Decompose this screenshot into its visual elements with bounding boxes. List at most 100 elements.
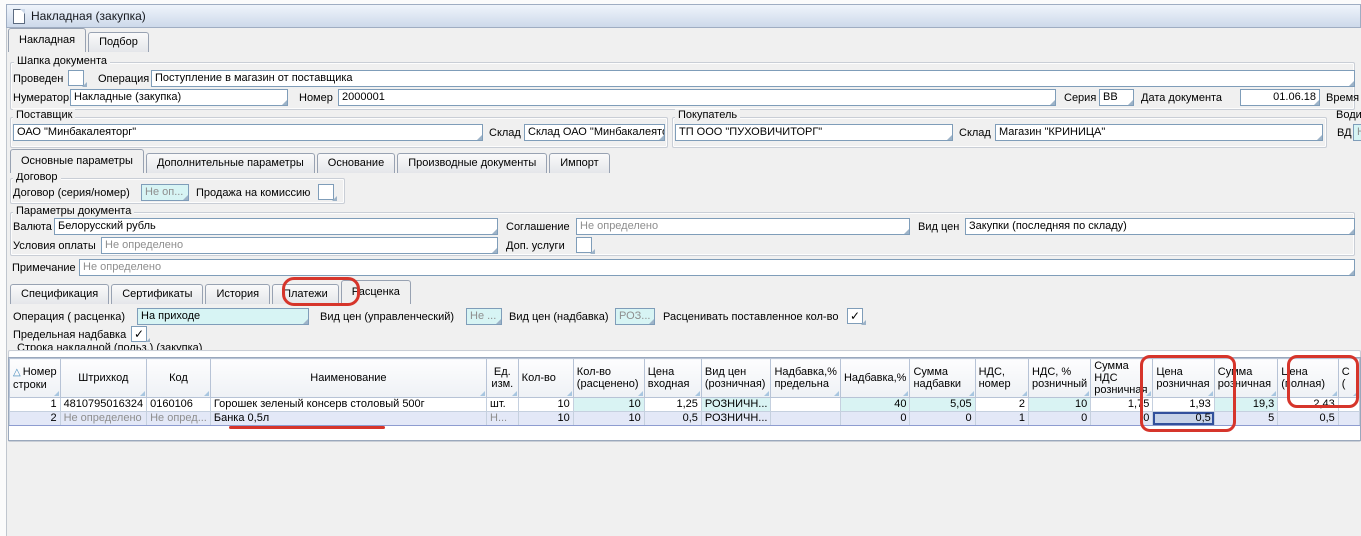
column-header[interactable]: Надбавка,% bbox=[840, 359, 910, 398]
driver-vd-field[interactable]: Не о bbox=[1353, 124, 1361, 141]
table-cell[interactable]: 0 bbox=[910, 412, 975, 426]
currency-field[interactable]: Белорусский рубль bbox=[54, 218, 498, 235]
annotation-underline-banka bbox=[229, 426, 385, 429]
numerator-label: Нумератор bbox=[13, 92, 69, 104]
window-titlebar[interactable]: Накладная (закупка) bbox=[6, 4, 1361, 28]
table-cell[interactable]: Не определено bbox=[60, 412, 147, 426]
markup-price-label: Вид цен (надбавка) bbox=[509, 311, 609, 323]
driver-group-label: Водител bbox=[1333, 109, 1361, 121]
table-cell[interactable]: 1 bbox=[10, 398, 61, 412]
table-cell[interactable]: 10 bbox=[573, 412, 644, 426]
table-cell[interactable]: 10 bbox=[518, 398, 573, 412]
table-cell[interactable]: РОЗНИЧН... bbox=[701, 412, 771, 426]
table-cell[interactable]: 0 bbox=[840, 412, 910, 426]
table-cell[interactable]: 10 bbox=[518, 412, 573, 426]
supplier-warehouse-field[interactable]: Склад ОАО "Минбакалеяторг" bbox=[524, 124, 665, 141]
series-field[interactable]: ВВ bbox=[1099, 89, 1134, 106]
table-cell[interactable]: Н... bbox=[487, 412, 519, 426]
operation-field[interactable]: Поступление в магазин от поставщика bbox=[151, 70, 1355, 87]
column-header[interactable]: Вид цен (розничная) bbox=[701, 359, 771, 398]
annotation-circle-price-full-column bbox=[1287, 355, 1359, 408]
tab-podbor[interactable]: Подбор bbox=[88, 32, 149, 52]
series-label: Серия bbox=[1064, 92, 1096, 104]
supplier-warehouse-label: Склад bbox=[489, 127, 521, 139]
pricing-operation-label: Операция ( расценка) bbox=[13, 311, 125, 323]
column-header[interactable]: Сумма надбавки bbox=[910, 359, 975, 398]
supplier-field[interactable]: ОАО "Минбакалеяторг" bbox=[13, 124, 483, 141]
tab-osnovnye-parametry[interactable]: Основные параметры bbox=[10, 149, 144, 173]
column-header[interactable]: △Номер строки bbox=[10, 359, 61, 398]
table-cell[interactable]: 1 bbox=[975, 412, 1028, 426]
table-cell[interactable]: 5,05 bbox=[910, 398, 975, 412]
tab-sertifikaty[interactable]: Сертификаты bbox=[111, 284, 203, 304]
payment-field[interactable]: Не определено bbox=[101, 237, 498, 254]
table-cell[interactable]: 2 bbox=[975, 398, 1028, 412]
table-cell[interactable]: 1,25 bbox=[644, 398, 701, 412]
table-cell[interactable]: РОЗНИЧН... bbox=[701, 398, 771, 412]
commission-checkbox[interactable] bbox=[318, 184, 334, 200]
limit-markup-checkbox[interactable]: ✓ bbox=[131, 326, 147, 342]
price-type-field[interactable]: Закупки (последняя по складу) bbox=[965, 218, 1355, 235]
table-cell[interactable]: Не опред... bbox=[147, 412, 211, 426]
annotation-circle-rascenka-tab bbox=[282, 277, 360, 306]
note-label: Примечание bbox=[12, 262, 76, 274]
commission-label: Продажа на комиссию bbox=[196, 187, 310, 199]
services-checkbox[interactable] bbox=[576, 237, 592, 253]
param-tabstrip: Основные параметры Дополнительные параме… bbox=[10, 149, 612, 173]
column-header[interactable]: Кол-во (расценено) bbox=[573, 359, 644, 398]
buyer-warehouse-field[interactable]: Магазин "КРИНИЦА" bbox=[995, 124, 1323, 141]
buyer-field[interactable]: ТП ООО "ПУХОВИЧИТОРГ" bbox=[675, 124, 953, 141]
tab-import[interactable]: Импорт bbox=[549, 153, 609, 173]
agreement-field[interactable]: Не определено bbox=[576, 218, 910, 235]
column-header[interactable]: НДС, номер bbox=[975, 359, 1028, 398]
checkmark-icon: ✓ bbox=[134, 327, 144, 341]
column-header[interactable]: Надбавка,% предельна bbox=[771, 359, 841, 398]
contract-field[interactable]: Не оп... bbox=[141, 184, 189, 201]
table-cell[interactable]: 4810795016324 bbox=[60, 398, 147, 412]
tab-istoriya[interactable]: История bbox=[205, 284, 270, 304]
table-cell[interactable]: шт. bbox=[487, 398, 519, 412]
table-cell[interactable] bbox=[771, 412, 841, 426]
proveden-label: Проведен bbox=[13, 73, 63, 85]
tab-specifikaciya[interactable]: Спецификация bbox=[10, 284, 109, 304]
note-field[interactable]: Не определено bbox=[79, 259, 1355, 276]
table-cell[interactable]: 0,5 bbox=[1278, 412, 1339, 426]
column-header[interactable]: Цена входная bbox=[644, 359, 701, 398]
table-cell[interactable]: 0,5 bbox=[644, 412, 701, 426]
markup-price-field[interactable]: РОЗ... bbox=[615, 308, 655, 325]
main-tabstrip: Накладная Подбор bbox=[8, 28, 151, 52]
column-header[interactable]: Кол-во bbox=[518, 359, 573, 398]
table-cell[interactable]: Банка 0,5л bbox=[210, 412, 486, 426]
number-field[interactable]: 2000001 bbox=[338, 89, 1056, 106]
number-label: Номер bbox=[299, 92, 333, 104]
table-cell[interactable]: Горошек зеленый консерв столовый 500г bbox=[210, 398, 486, 412]
table-cell[interactable]: 10 bbox=[1028, 398, 1090, 412]
tab-osnovanie[interactable]: Основание bbox=[317, 153, 395, 173]
tab-nakladnaya[interactable]: Накладная bbox=[8, 28, 86, 52]
table-cell[interactable]: 40 bbox=[840, 398, 910, 412]
header-group-label: Шапка документа bbox=[14, 55, 110, 67]
tab-dopolnitelnye-parametry[interactable]: Дополнительные параметры bbox=[146, 153, 315, 173]
mgmt-price-field[interactable]: Не ... bbox=[466, 308, 502, 325]
proveden-checkbox[interactable] bbox=[68, 70, 84, 86]
table-cell[interactable]: 10 bbox=[573, 398, 644, 412]
date-field[interactable]: 01.06.18 bbox=[1240, 89, 1320, 106]
table-cell[interactable] bbox=[1338, 412, 1359, 426]
services-label: Доп. услуги bbox=[506, 240, 565, 252]
operation-label: Операция bbox=[98, 73, 149, 85]
column-header[interactable]: Ед. изм. bbox=[487, 359, 519, 398]
column-header[interactable]: НДС, % розничный bbox=[1028, 359, 1090, 398]
reprice-label: Расценивать поставленное кол-во bbox=[663, 311, 838, 323]
table-cell[interactable]: 0 bbox=[1028, 412, 1090, 426]
tab-proizvodnye-dokumenty[interactable]: Производные документы bbox=[397, 153, 547, 173]
buyer-warehouse-label: Склад bbox=[959, 127, 991, 139]
numerator-field[interactable]: Накладные (закупка) bbox=[70, 89, 288, 106]
column-header[interactable]: Код bbox=[147, 359, 211, 398]
reprice-checkbox[interactable]: ✓ bbox=[847, 308, 863, 324]
table-cell[interactable]: 2 bbox=[10, 412, 61, 426]
table-cell[interactable] bbox=[771, 398, 841, 412]
column-header[interactable]: Наименование bbox=[210, 359, 486, 398]
table-cell[interactable]: 0160106 bbox=[147, 398, 211, 412]
pricing-operation-field[interactable]: На приходе bbox=[137, 308, 309, 325]
column-header[interactable]: Штрихкод bbox=[60, 359, 147, 398]
